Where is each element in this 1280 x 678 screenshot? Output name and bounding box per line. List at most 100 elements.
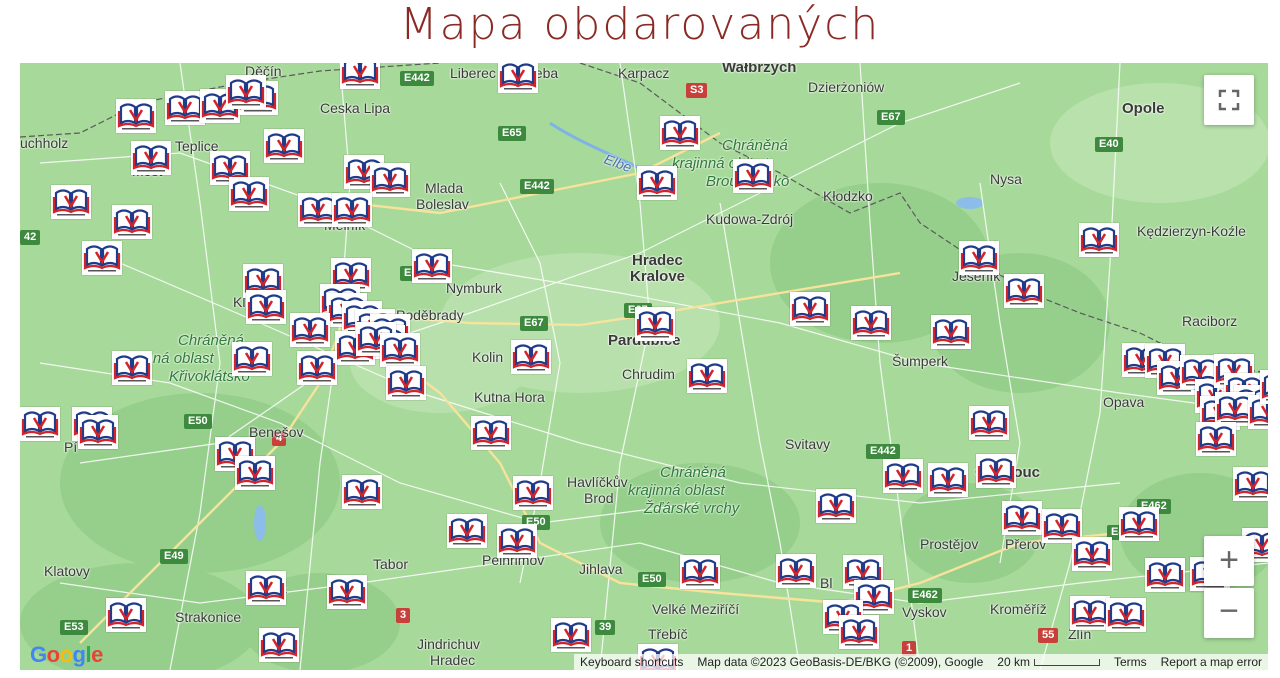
recipient-marker[interactable] — [976, 454, 1016, 488]
recipient-marker[interactable] — [1002, 501, 1042, 535]
recipient-marker[interactable] — [1119, 507, 1159, 541]
recipient-marker[interactable] — [839, 615, 879, 649]
recipient-marker[interactable] — [370, 163, 410, 197]
recipient-marker[interactable] — [959, 241, 999, 275]
recipient-marker[interactable] — [790, 292, 830, 326]
recipient-marker[interactable] — [1145, 558, 1185, 592]
recipient-marker[interactable] — [259, 628, 299, 662]
recipient-marker[interactable] — [931, 315, 971, 349]
book-logo-icon — [230, 181, 268, 208]
recipient-marker[interactable] — [851, 306, 891, 340]
book-logo-icon — [113, 355, 151, 382]
fullscreen-button[interactable] — [1204, 75, 1254, 125]
road-shield: E442 — [400, 71, 434, 86]
terms-link[interactable]: Terms — [1114, 654, 1147, 670]
zoom-out-button[interactable]: − — [1204, 588, 1254, 638]
recipient-marker[interactable] — [297, 351, 337, 385]
recipient-marker[interactable] — [342, 475, 382, 509]
recipient-marker[interactable] — [883, 459, 923, 493]
recipient-marker[interactable] — [1004, 274, 1044, 308]
recipient-marker[interactable] — [733, 159, 773, 193]
road-shield: E67 — [877, 110, 905, 125]
place-label: Tabor — [373, 556, 409, 572]
recipient-marker[interactable] — [112, 351, 152, 385]
book-logo-icon — [1120, 511, 1158, 538]
keyboard-shortcuts-link[interactable]: Keyboard shortcuts — [580, 654, 683, 670]
recipient-marker[interactable] — [1196, 422, 1236, 456]
recipient-marker[interactable] — [635, 307, 675, 341]
recipient-marker[interactable] — [511, 340, 551, 374]
recipient-marker[interactable] — [680, 555, 720, 589]
book-logo-icon — [777, 558, 815, 585]
book-logo-icon — [236, 460, 274, 487]
recipient-marker[interactable] — [340, 63, 380, 89]
recipient-marker[interactable] — [776, 554, 816, 588]
place-label: Hradec — [430, 652, 476, 668]
recipient-marker[interactable] — [106, 598, 146, 632]
recipient-marker[interactable] — [131, 141, 171, 175]
zoom-in-button[interactable]: + — [1204, 536, 1254, 586]
book-logo-icon — [977, 458, 1015, 485]
recipient-marker[interactable] — [660, 116, 700, 150]
book-logo-icon — [1146, 562, 1184, 589]
recipient-marker[interactable] — [332, 193, 372, 227]
recipient-marker[interactable] — [471, 416, 511, 450]
recipient-marker[interactable] — [386, 366, 426, 400]
protected-area-label: Chráněná — [722, 137, 788, 154]
recipient-marker[interactable] — [264, 129, 304, 163]
recipient-marker[interactable] — [816, 489, 856, 523]
book-logo-icon — [448, 518, 486, 545]
recipient-marker[interactable] — [637, 166, 677, 200]
book-logo-icon — [341, 63, 379, 86]
book-logo-icon — [970, 410, 1008, 437]
google-logo[interactable]: Google — [30, 642, 103, 668]
recipient-marker[interactable] — [290, 313, 330, 347]
recipient-marker[interactable] — [447, 514, 487, 548]
book-logo-icon — [298, 355, 336, 382]
recipient-marker[interactable] — [497, 524, 537, 558]
recipient-marker[interactable] — [82, 241, 122, 275]
recipient-marker[interactable] — [412, 249, 452, 283]
recipient-marker[interactable] — [1072, 537, 1112, 571]
recipient-marker[interactable] — [165, 91, 205, 125]
recipient-marker[interactable] — [1106, 598, 1146, 632]
place-label: Šumperk — [892, 353, 949, 369]
book-logo-icon — [1261, 375, 1268, 401]
recipient-marker[interactable] — [1233, 467, 1268, 501]
report-map-error-link[interactable]: Report a map error — [1161, 654, 1262, 670]
place-label: uchholz — [20, 135, 69, 151]
map-canvas[interactable]: E442S3E67E65E40E44242E6E67E67E504E442E50… — [20, 63, 1268, 670]
recipient-marker[interactable] — [116, 99, 156, 133]
recipient-marker[interactable] — [51, 185, 91, 219]
book-logo-icon — [734, 163, 772, 190]
recipient-marker[interactable] — [1070, 596, 1110, 630]
recipient-marker[interactable] — [327, 575, 367, 609]
recipient-marker[interactable] — [498, 63, 538, 93]
recipient-marker[interactable] — [1260, 370, 1268, 404]
recipient-marker[interactable] — [78, 415, 118, 449]
book-logo-icon — [512, 344, 550, 371]
recipient-marker[interactable] — [235, 456, 275, 490]
recipient-marker[interactable] — [229, 177, 269, 211]
recipient-marker[interactable] — [928, 463, 968, 497]
recipient-marker[interactable] — [969, 406, 1009, 440]
road-shield: 42 — [20, 230, 41, 245]
recipient-marker[interactable] — [1079, 223, 1119, 257]
recipient-marker[interactable] — [112, 205, 152, 239]
protected-area-label: Chráněná — [660, 464, 726, 481]
recipient-marker[interactable] — [246, 571, 286, 605]
recipient-marker[interactable] — [226, 75, 266, 109]
recipient-marker[interactable] — [380, 333, 420, 367]
recipient-marker[interactable] — [513, 476, 553, 510]
book-logo-icon — [932, 319, 970, 346]
recipient-marker[interactable] — [232, 342, 272, 376]
road-shield: E40 — [1095, 137, 1123, 152]
scale-indicator[interactable]: 20 km — [997, 654, 1100, 670]
recipient-marker[interactable] — [687, 359, 727, 393]
book-logo-icon — [552, 622, 590, 649]
place-label: Kłodzko — [823, 188, 873, 204]
recipient-marker[interactable] — [246, 290, 286, 324]
book-logo-icon — [21, 411, 59, 438]
recipient-marker[interactable] — [551, 618, 591, 652]
recipient-marker[interactable] — [20, 407, 60, 441]
